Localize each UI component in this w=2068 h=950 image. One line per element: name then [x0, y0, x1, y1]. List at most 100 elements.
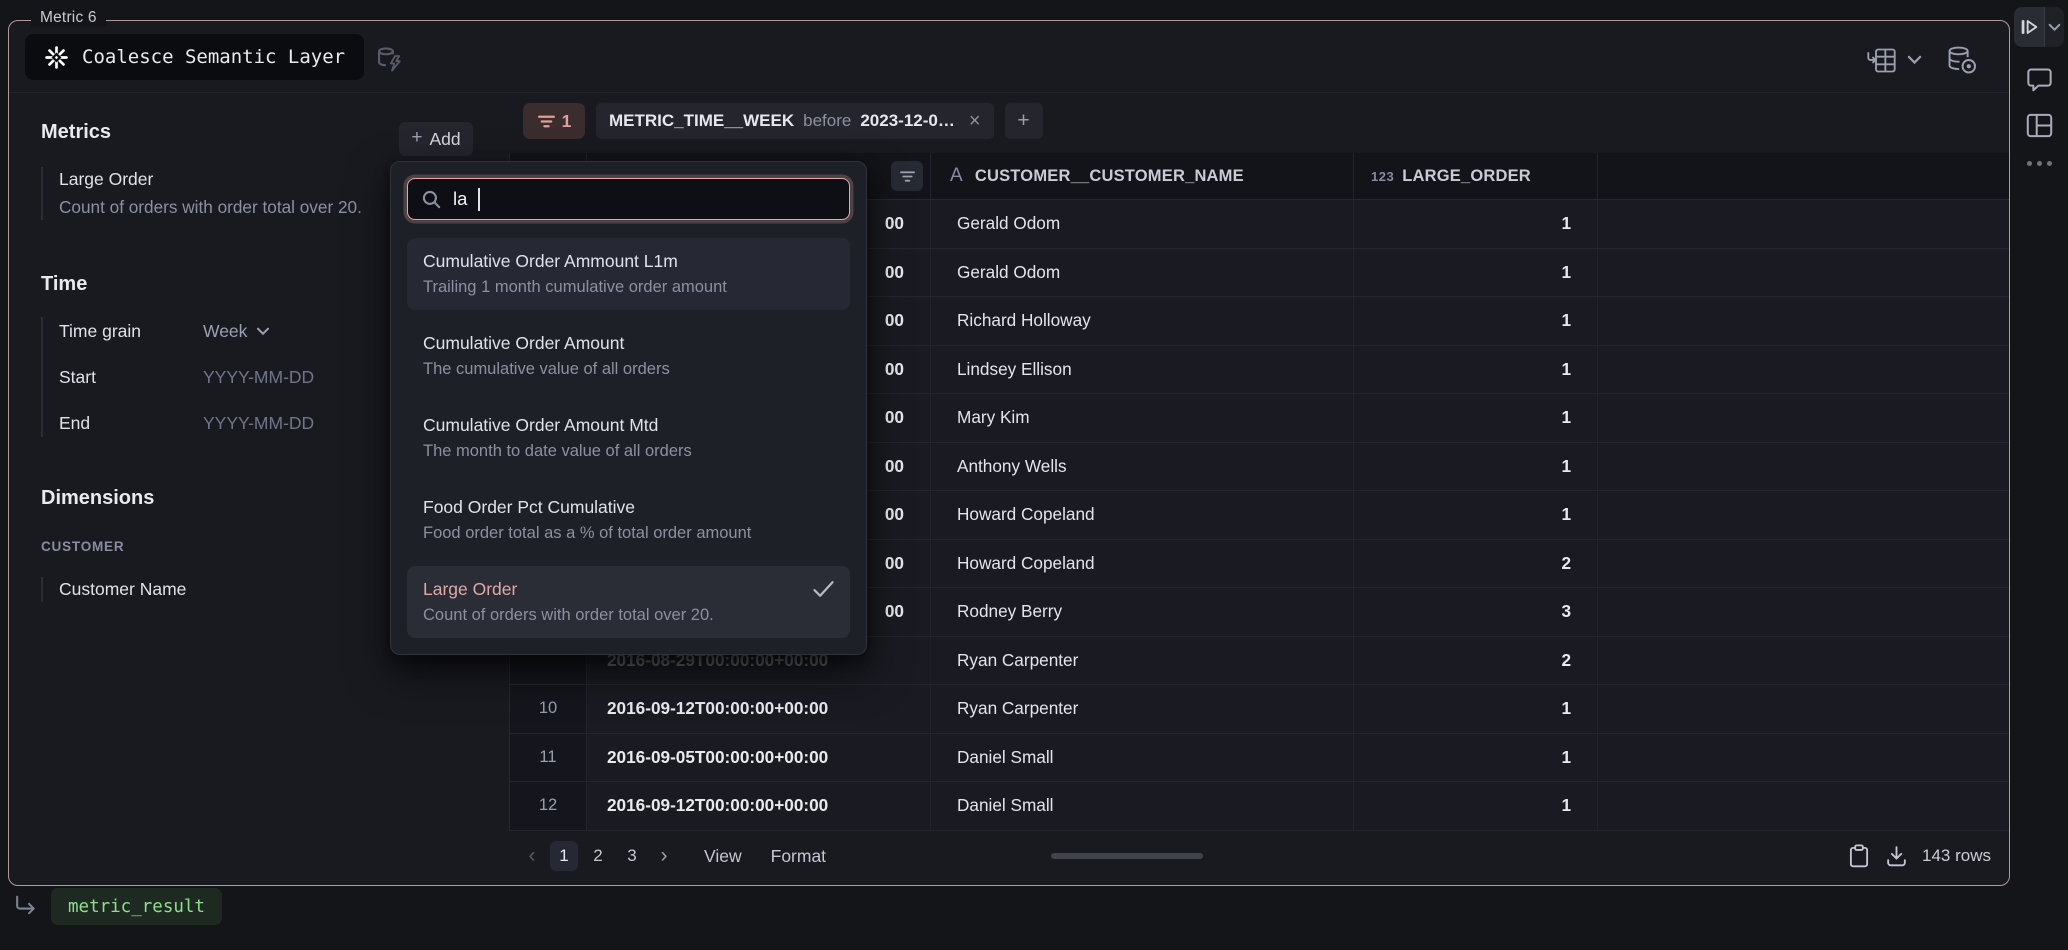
- source-chip[interactable]: Coalesce Semantic Layer: [25, 34, 364, 80]
- metric-option-description: Trailing 1 month cumulative order amount: [423, 274, 834, 300]
- output-variable-chip[interactable]: metric_result: [51, 888, 222, 925]
- run-cell-icon[interactable]: [2014, 7, 2044, 47]
- time-grain-value: Week: [203, 321, 247, 342]
- cell-customer-name: Richard Holloway: [931, 297, 1354, 345]
- cell-customer-name: Howard Copeland: [931, 491, 1354, 539]
- end-date-input[interactable]: YYYY-MM-DD: [203, 413, 314, 434]
- metric-search-results: Cumulative Order Ammount L1mTrailing 1 m…: [407, 238, 850, 638]
- filter-count-badge[interactable]: 1: [523, 103, 585, 139]
- horizontal-scrollbar[interactable]: [1051, 853, 1203, 859]
- layout-icon[interactable]: [2025, 112, 2066, 139]
- cell-large-order: 3: [1354, 588, 1598, 636]
- cell-blank: [1598, 346, 2009, 394]
- cell-large-order: 1: [1354, 249, 1598, 297]
- filter-operator: before: [803, 111, 851, 131]
- cell-blank: [1598, 200, 2009, 248]
- cell-customer-name: Ryan Carpenter: [931, 685, 1354, 733]
- chevron-down-icon[interactable]: [1907, 55, 1922, 65]
- add-metric-label: Add: [429, 129, 460, 150]
- cell-large-order: 1: [1354, 734, 1598, 782]
- table-footer: ‹ 123 › View Format 143 rows: [509, 834, 2009, 878]
- prev-page-icon[interactable]: ‹: [521, 844, 543, 868]
- cell-date: 2016-09-05T00:00:00+00:00: [587, 734, 931, 782]
- run-options-icon[interactable]: [2044, 7, 2064, 47]
- run-cell-group: [2014, 7, 2064, 47]
- page-button-2[interactable]: 2: [584, 841, 612, 871]
- time-grain-select[interactable]: Week: [203, 321, 270, 342]
- header-large-order[interactable]: 123 LARGE_ORDER: [1354, 153, 1598, 199]
- copy-icon[interactable]: [1847, 843, 1871, 869]
- start-date-input[interactable]: YYYY-MM-DD: [203, 367, 314, 388]
- cell-large-order: 1: [1354, 685, 1598, 733]
- cell-customer-name: Lindsey Ellison: [931, 346, 1354, 394]
- page-list: 123: [550, 841, 646, 871]
- page-button-3[interactable]: 3: [618, 841, 646, 871]
- filter-field: METRIC_TIME__WEEK: [609, 111, 794, 131]
- cell-customer-name: Rodney Berry: [931, 588, 1354, 636]
- text-type-icon: A: [950, 165, 963, 187]
- cell-blank: [1598, 782, 2009, 830]
- end-label: End: [59, 413, 203, 434]
- filter-bar: 1 METRIC_TIME__WEEK before 2023-12-0… × …: [523, 102, 1043, 140]
- chevron-down-icon: [256, 327, 270, 336]
- filter-value: 2023-12-0…: [860, 111, 955, 131]
- cell-blank: [1598, 685, 2009, 733]
- metric-option-description: Food order total as a % of total order a…: [423, 520, 834, 546]
- column-name: LARGE_ORDER: [1402, 167, 1531, 186]
- metric-option[interactable]: Cumulative Order Amount MtdThe month to …: [407, 402, 850, 474]
- table-row: 112016-09-05T00:00:00+00:00Daniel Small1: [510, 734, 2009, 783]
- add-metric-button[interactable]: + Add: [399, 122, 473, 156]
- cell-blank: [1598, 734, 2009, 782]
- cell-customer-name: Howard Copeland: [931, 540, 1354, 588]
- more-options-icon[interactable]: [2027, 161, 2066, 166]
- column-filter-button[interactable]: [891, 161, 923, 191]
- metric-option[interactable]: Cumulative Order Ammount L1mTrailing 1 m…: [407, 238, 850, 310]
- metric-search-input[interactable]: la: [407, 178, 850, 220]
- filter-icon: [537, 114, 556, 129]
- cell-blank: [1598, 443, 2009, 491]
- cell-blank: [1598, 394, 2009, 442]
- next-page-icon[interactable]: ›: [653, 844, 675, 868]
- header-blank-column: [1598, 153, 2009, 199]
- database-preview-icon[interactable]: [1945, 44, 1979, 76]
- dimensions-heading: Dimensions: [41, 487, 154, 510]
- table-row: 122016-09-12T00:00:00+00:00Daniel Small1: [510, 782, 2009, 831]
- search-query: la: [453, 188, 467, 210]
- format-menu[interactable]: Format: [771, 846, 826, 867]
- insert-table-icon[interactable]: [1865, 46, 1898, 75]
- source-chip-label: Coalesce Semantic Layer: [82, 46, 345, 68]
- cell-large-order: 1: [1354, 346, 1598, 394]
- time-heading: Time: [41, 273, 87, 296]
- cell-customer-name: Ryan Carpenter: [931, 637, 1354, 685]
- metric-option[interactable]: Food Order Pct CumulativeFood order tota…: [407, 484, 850, 556]
- metric-option[interactable]: Cumulative Order AmountThe cumulative va…: [407, 320, 850, 392]
- header-customer-name[interactable]: A CUSTOMER__CUSTOMER_NAME: [931, 153, 1354, 199]
- metric-option-description: Count of orders with order total over 20…: [423, 602, 834, 628]
- coalesce-snowflake-icon: [44, 45, 69, 70]
- cell-blank: [1598, 588, 2009, 636]
- metric-option[interactable]: Large OrderCount of orders with order to…: [407, 566, 850, 638]
- metrics-heading: Metrics: [41, 121, 111, 144]
- remove-filter-icon[interactable]: ×: [969, 111, 981, 131]
- cell-large-order: 1: [1354, 394, 1598, 442]
- cell-customer-name: Daniel Small: [931, 734, 1354, 782]
- plus-icon: +: [411, 127, 422, 149]
- download-icon[interactable]: [1884, 844, 1909, 869]
- row-index: 12: [510, 782, 587, 830]
- cell-header-actions: [1865, 44, 1979, 76]
- cell-large-order: 2: [1354, 540, 1598, 588]
- edit-source-icon[interactable]: [375, 45, 405, 80]
- add-filter-button[interactable]: +: [1005, 103, 1043, 139]
- metric-option-title: Large Order: [423, 576, 834, 602]
- column-name: CUSTOMER__CUSTOMER_NAME: [975, 167, 1244, 186]
- row-index: 11: [510, 734, 587, 782]
- pagination: ‹ 123 › View Format: [509, 841, 826, 871]
- filter-chip[interactable]: METRIC_TIME__WEEK before 2023-12-0… ×: [596, 103, 994, 139]
- dimension-item[interactable]: Customer Name: [41, 577, 359, 602]
- cell-large-order: 2: [1354, 637, 1598, 685]
- page-button-1[interactable]: 1: [550, 841, 578, 871]
- view-menu[interactable]: View: [704, 846, 742, 867]
- comment-icon[interactable]: [2025, 66, 2066, 93]
- metric-option-description: The cumulative value of all orders: [423, 356, 834, 382]
- dimension-group-label: CUSTOMER: [41, 539, 124, 554]
